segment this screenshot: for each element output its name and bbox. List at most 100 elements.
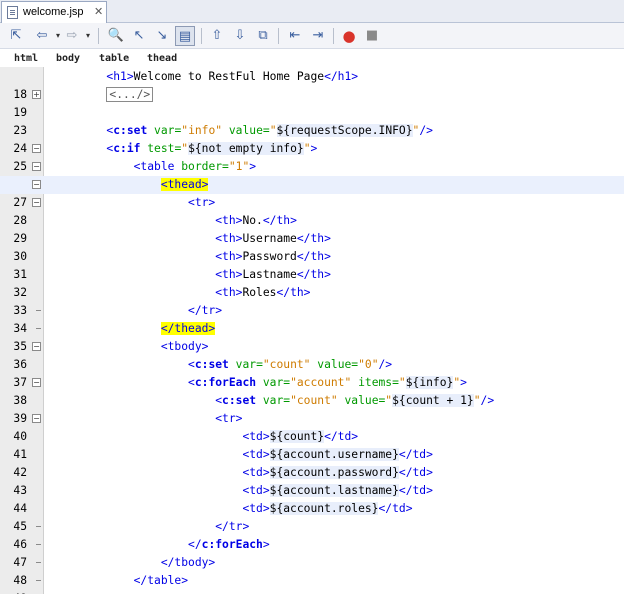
code-text: <thead> xyxy=(52,176,209,194)
code-line[interactable]: 18 <h1>Welcome to RestFul Home Page</h1> xyxy=(0,68,624,101)
code-text: <h1>Welcome to RestFul Home Page</h1> xyxy=(106,70,359,83)
code-text: <.../> xyxy=(52,86,154,104)
code-line[interactable]: 48 </tbody> xyxy=(0,554,624,587)
collapse-fold-icon[interactable]: − xyxy=(32,414,41,423)
find-icon[interactable]: 🔍 xyxy=(106,26,126,46)
code-text: <c:set var="count" value="0"/> xyxy=(188,358,393,371)
forward-dropdown-icon[interactable]: ▾ xyxy=(86,26,90,46)
fold-end-marker xyxy=(36,544,41,545)
jsp-file-icon xyxy=(7,6,18,19)
code-line[interactable]: 25 − <c:if test="${not empty info}"> xyxy=(0,140,624,173)
code-line[interactable]: 43 <td>${account.password}</td> xyxy=(0,464,624,497)
toolbar-separator xyxy=(278,28,279,44)
code-line[interactable]: 19 + <.../> xyxy=(0,86,624,119)
forward-icon[interactable]: ⇨ ▾ xyxy=(62,26,90,46)
toggle-bookmark-icon[interactable]: ⧉ xyxy=(253,26,273,46)
breadcrumb-table[interactable]: table xyxy=(99,53,129,64)
code-text: <th>No.</th> xyxy=(215,214,297,227)
code-line[interactable]: 29 <th>No.</th> xyxy=(0,212,624,245)
toggle-highlight-icon[interactable]: ▤ xyxy=(175,26,195,46)
code-line[interactable]: 45 <td>${account.roles}</td> xyxy=(0,500,624,533)
code-text: <tr> xyxy=(215,412,243,425)
editor-tab-bar: welcome.jsp ✕ xyxy=(0,0,624,23)
collapse-fold-icon[interactable]: − xyxy=(32,144,41,153)
code-text: </thead> xyxy=(52,320,216,338)
collapse-fold-icon[interactable]: − xyxy=(32,198,41,207)
forward-glyph: ⇨ xyxy=(66,28,78,43)
shift-left-icon[interactable]: ⇤ xyxy=(285,26,305,46)
code-line[interactable]: 26 − <table border="1"> xyxy=(0,158,624,191)
code-line[interactable]: 31 <th>Password</th> xyxy=(0,248,624,281)
find-previous-icon[interactable]: ↖ xyxy=(129,26,149,46)
shift-right-icon[interactable]: ⇥ xyxy=(308,26,328,46)
code-line[interactable]: 23 xyxy=(0,104,624,137)
find-next-icon[interactable]: ↘ xyxy=(152,26,172,46)
code-text: <td>${account.roles}</td> xyxy=(242,502,413,515)
code-text: <c:if test="${not empty info}"> xyxy=(106,142,318,155)
code-text: <td>${count}</td> xyxy=(242,430,359,443)
code-text: <tr> xyxy=(188,196,216,209)
code-line[interactable]: 41 <td>${count}</td> xyxy=(0,428,624,461)
editor-toolbar: ⇱ ⇦ ▾ ⇨ ▾ 🔍 ↖ ↘ ▤ ⇧ ⇩ ⧉ ⇤ ⇥ ● ■ xyxy=(0,23,624,49)
code-line[interactable]: 47 </c:forEach> xyxy=(0,536,624,569)
code-line[interactable]: 37 <c:set var="count" value="0"/> xyxy=(0,356,624,389)
code-text: <table border="1"> xyxy=(133,160,257,173)
code-line[interactable]: 24 <c:set var="info" value="${requestSco… xyxy=(0,122,624,155)
fold-end-marker xyxy=(36,562,41,563)
collapse-fold-icon[interactable]: − xyxy=(32,342,41,351)
code-line[interactable]: 33 <th>Roles</th> xyxy=(0,284,624,317)
code-line[interactable]: 32 <th>Lastname</th> xyxy=(0,266,624,299)
expand-fold-icon[interactable]: + xyxy=(32,90,41,99)
code-text: <c:forEach var="account" items="${info}"… xyxy=(188,376,467,389)
breadcrumb-thead[interactable]: thead xyxy=(147,53,177,64)
code-line[interactable]: 35 </thead> xyxy=(0,320,624,353)
previous-bookmark-icon[interactable]: ⇧ xyxy=(207,26,227,46)
next-bookmark-icon[interactable]: ⇩ xyxy=(230,26,250,46)
last-edit-icon[interactable]: ⇱ xyxy=(6,26,26,46)
code-text: <td>${account.lastname}</td> xyxy=(242,484,433,497)
code-line[interactable]: 40 − <tr> xyxy=(0,410,624,443)
stop-macro-icon[interactable]: ■ xyxy=(362,26,382,46)
matched-tag-highlight: </thead> xyxy=(160,322,216,335)
fold-end-marker xyxy=(36,310,41,311)
close-tab-icon[interactable]: ✕ xyxy=(94,5,103,18)
code-line[interactable]: 38 − <c:forEach var="account" items="${i… xyxy=(0,374,624,407)
code-line-current[interactable]: 27 − <thead> xyxy=(0,176,624,209)
code-line[interactable]: 36 − <tbody> xyxy=(0,338,624,371)
code-line[interactable]: 42 <td>${account.username}</td> xyxy=(0,446,624,479)
code-text: <th>Username</th> xyxy=(215,232,331,245)
tab-welcome-jsp[interactable]: welcome.jsp ✕ xyxy=(1,1,107,23)
back-dropdown-icon[interactable]: ▾ xyxy=(56,26,60,46)
collapse-fold-icon[interactable]: − xyxy=(32,162,41,171)
code-line[interactable]: 30 <th>Username</th> xyxy=(0,230,624,263)
folded-code-stub[interactable]: <.../> xyxy=(106,87,154,102)
toolbar-separator xyxy=(201,28,202,44)
code-text: <th>Lastname</th> xyxy=(215,268,331,281)
code-text: <th>Roles</th> xyxy=(215,286,311,299)
breadcrumb-html[interactable]: html xyxy=(14,53,38,64)
code-line[interactable]: 46 </tr> xyxy=(0,518,624,551)
fold-end-marker xyxy=(36,526,41,527)
code-line[interactable]: 49 </table> xyxy=(0,572,624,594)
matched-tag-highlight: <thead> xyxy=(160,178,209,191)
fold-end-marker xyxy=(36,328,41,329)
code-text: <td>${account.username}</td> xyxy=(242,448,433,461)
collapse-fold-icon[interactable]: − xyxy=(32,378,41,387)
fold-end-marker xyxy=(36,580,41,581)
collapse-fold-icon[interactable]: − xyxy=(32,180,41,189)
code-line[interactable]: 34 </tr> xyxy=(0,302,624,335)
start-macro-icon[interactable]: ● xyxy=(339,26,359,46)
code-text: <th>Password</th> xyxy=(215,250,331,263)
code-line[interactable]: 28 − <tr> xyxy=(0,194,624,227)
breadcrumb-body[interactable]: body xyxy=(56,53,80,64)
breadcrumb: html body table thead xyxy=(0,50,624,67)
line-number: 49 xyxy=(0,590,27,594)
back-glyph: ⇦ xyxy=(36,28,48,43)
code-line[interactable]: 44 <td>${account.lastname}</td> xyxy=(0,482,624,515)
code-text: <c:set var="count" value="${count + 1}"/… xyxy=(215,394,495,407)
code-text: </tbody> xyxy=(160,556,216,569)
code-line[interactable]: 39 <c:set var="count" value="${count + 1… xyxy=(0,392,624,425)
toolbar-separator xyxy=(98,28,99,44)
toolbar-separator xyxy=(333,28,334,44)
back-icon[interactable]: ⇦ ▾ xyxy=(32,26,60,46)
